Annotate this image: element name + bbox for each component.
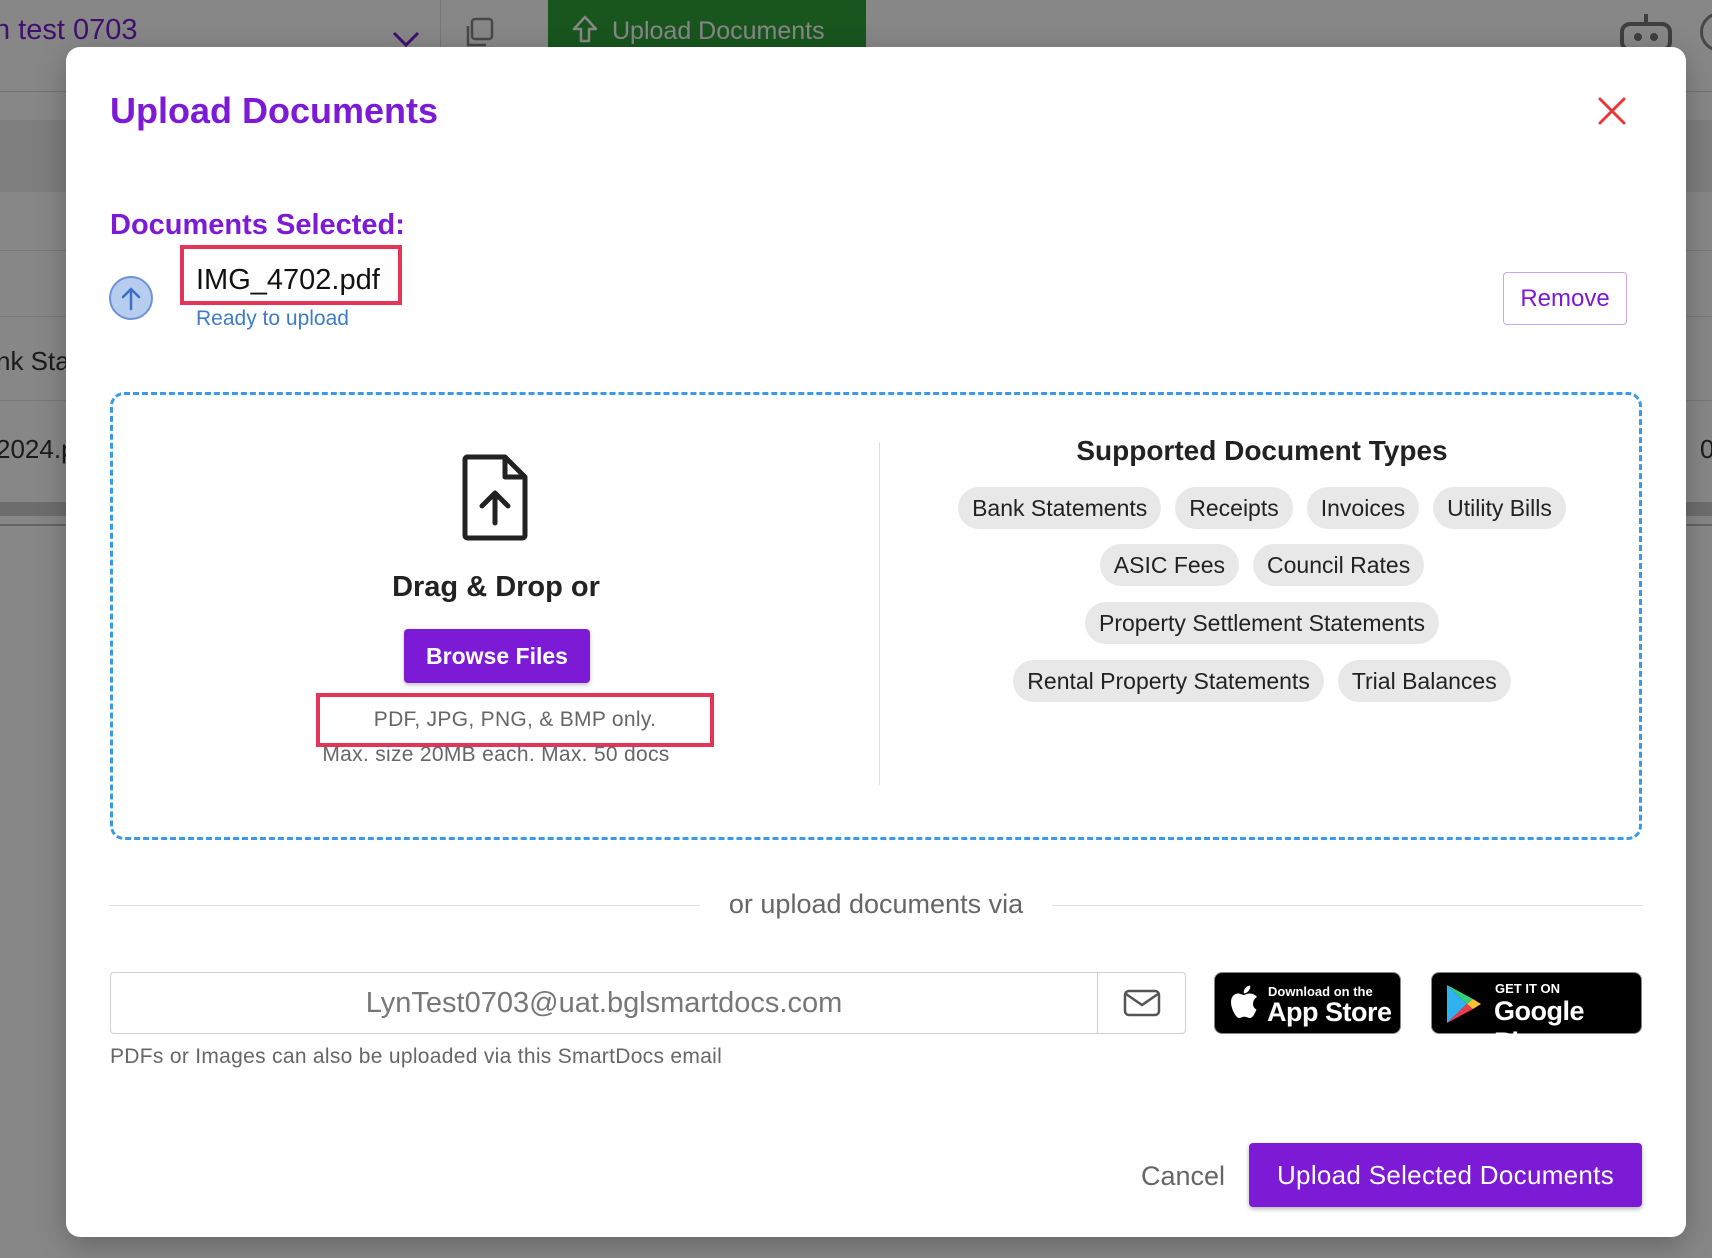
document-type-chip: Rental Property Statements: [1013, 660, 1324, 702]
document-type-chip: Property Settlement Statements: [1085, 602, 1439, 644]
upload-via-label: or upload documents via: [728, 889, 1024, 919]
document-type-chip: Utility Bills: [1433, 487, 1566, 529]
supported-types-title: Supported Document Types: [1076, 435, 1448, 466]
app-store-badge[interactable]: Download on the App Store: [1214, 972, 1401, 1034]
divider: [110, 905, 700, 906]
google-play-icon: [1447, 985, 1481, 1023]
browse-files-button[interactable]: Browse Files: [404, 629, 590, 683]
document-type-chip: Bank Statements: [958, 487, 1162, 529]
upload-selected-button[interactable]: Upload Selected Documents: [1249, 1143, 1642, 1207]
upload-circle-icon: [109, 276, 153, 320]
document-type-chip: Council Rates: [1253, 544, 1425, 586]
smartdocs-email-field[interactable]: LynTest0703@uat.bglsmartdocs.com: [110, 972, 1186, 1034]
documents-selected-label: Documents Selected:: [110, 209, 405, 241]
chip-row: ASIC Fees Council Rates: [879, 544, 1645, 586]
drag-drop-text: Drag & Drop or: [392, 571, 600, 603]
email-button[interactable]: [1097, 973, 1185, 1033]
supported-formats-text: PDF, JPG, PNG, & BMP only.: [316, 693, 714, 747]
divider: [1052, 905, 1642, 906]
file-upload-icon: [462, 454, 528, 541]
file-status: Ready to upload: [196, 307, 349, 330]
upload-limits-text: Max. size 20MB each. Max. 50 docs: [322, 743, 670, 766]
chip-row: Property Settlement Statements: [879, 602, 1645, 644]
remove-button[interactable]: Remove: [1503, 272, 1627, 325]
app-store-text: App Store: [1267, 997, 1392, 1027]
selected-file-name: IMG_4702.pdf: [180, 245, 402, 305]
close-icon[interactable]: [1594, 93, 1630, 129]
apple-icon: [1231, 985, 1257, 1018]
email-address[interactable]: LynTest0703@uat.bglsmartdocs.com: [111, 973, 1097, 1033]
cancel-button[interactable]: Cancel: [1126, 1161, 1240, 1192]
chip-row: Rental Property Statements Trial Balance…: [879, 660, 1645, 702]
document-type-chip: Trial Balances: [1337, 660, 1511, 702]
mail-icon: [1123, 989, 1160, 1017]
document-type-chip: ASIC Fees: [1099, 544, 1240, 586]
document-type-chip: Receipts: [1175, 487, 1293, 529]
google-play-small-text: GET IT ON: [1495, 981, 1560, 996]
google-play-text: Google Play: [1494, 996, 1585, 1057]
dialog-title: Upload Documents: [110, 90, 439, 131]
email-hint: PDFs or Images can also be uploaded via …: [110, 1045, 723, 1068]
google-play-badge[interactable]: GET IT ON Google Play: [1431, 972, 1642, 1057]
chip-row: Bank Statements Receipts Invoices Utilit…: [879, 487, 1645, 529]
document-type-chip: Invoices: [1306, 487, 1420, 529]
upload-documents-dialog: Upload Documents Documents Selected: IMG…: [66, 47, 1686, 1237]
drop-zone[interactable]: Drag & Drop or Browse Files PDF, JPG, PN…: [110, 392, 1642, 840]
